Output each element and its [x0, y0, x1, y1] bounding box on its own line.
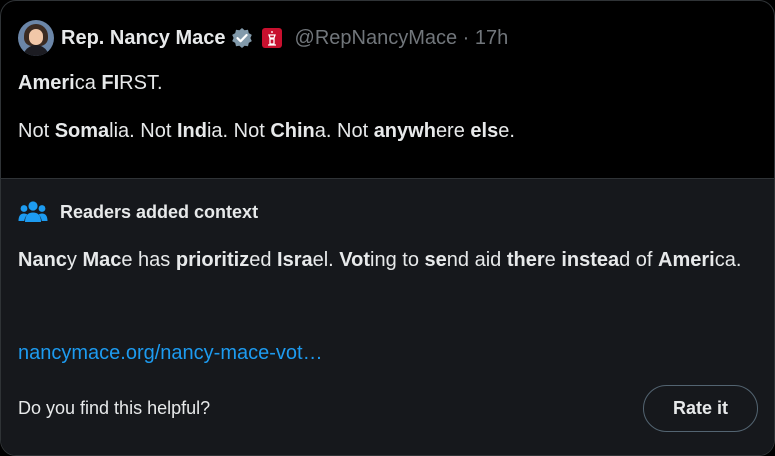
text-segment: Ameri — [18, 72, 75, 94]
text-segment: e. — [498, 120, 515, 142]
government-flag-icon — [261, 28, 282, 48]
text-segment: ing to — [370, 249, 425, 271]
community-note: Readers added context Nancy Mace has pri… — [1, 179, 774, 455]
helpful-question: Do you find this helpful? — [18, 398, 211, 418]
community-note-title: Readers added context — [60, 201, 259, 222]
post-time: 17h — [474, 26, 509, 49]
text-segment: Nanc — [18, 249, 67, 271]
text-segment: ed — [249, 249, 278, 271]
text-segment: Chin — [270, 120, 315, 142]
community-note-header: Readers added context — [18, 199, 258, 225]
text-segment: RST. — [119, 72, 163, 94]
text-segment: Isra — [277, 249, 313, 271]
community-note-text: Nancy Mace has prioritized Israel. Votin… — [18, 245, 758, 276]
text-segment: ther — [506, 249, 545, 271]
text-segment: ia. Not — [206, 120, 271, 142]
text-segment: el. — [312, 249, 340, 271]
text-segment: lia. Not — [109, 120, 177, 142]
source-link[interactable]: nancymace.org/nancy-mace-vot… — [18, 341, 323, 365]
text-segment: FI — [101, 72, 120, 94]
author-handle[interactable]: @RepNancyMace · 17h — [295, 27, 509, 50]
text-segment: ere — [435, 120, 471, 142]
rate-it-button[interactable]: Rate it — [643, 385, 758, 432]
post-card: Rep. Nancy Mace @RepNancyMace · 17h Amer… — [0, 0, 775, 456]
text-segment: els — [470, 120, 499, 142]
text-segment: Not — [18, 120, 55, 142]
text-segment: a. Not — [314, 120, 374, 142]
text-segment: anywh — [373, 120, 436, 142]
author-name[interactable]: Rep. Nancy Mace — [61, 27, 226, 50]
text-segment: Ameri — [658, 249, 715, 271]
text-segment: Ind — [176, 120, 207, 142]
text-segment: ca. — [714, 249, 742, 271]
post-text-line-1: America FIRST. — [18, 71, 758, 95]
text-segment: Soma — [54, 120, 110, 142]
post-text-line-2: Not Somalia. Not India. Not China. Not a… — [18, 119, 758, 143]
verified-badge-icon — [231, 28, 252, 48]
text-segment: Mac — [82, 249, 122, 271]
post-header: Rep. Nancy Mace @RepNancyMace · 17h — [18, 19, 508, 57]
text-segment: y — [66, 249, 83, 271]
post-text: America FIRST. Not Somalia. Not India. N… — [18, 71, 758, 143]
text-segment: nd aid — [446, 249, 507, 271]
text-segment: e — [544, 249, 562, 271]
text-segment: d of — [619, 249, 659, 271]
text-segment: ca — [74, 72, 102, 94]
text-segment: se — [424, 249, 447, 271]
readers-group-icon — [18, 201, 48, 222]
text-segment: Vot — [339, 249, 371, 271]
text-segment: instea — [561, 249, 620, 271]
text-segment: e has — [121, 249, 176, 271]
text-segment: prioritiz — [175, 249, 250, 271]
avatar[interactable] — [18, 20, 54, 56]
